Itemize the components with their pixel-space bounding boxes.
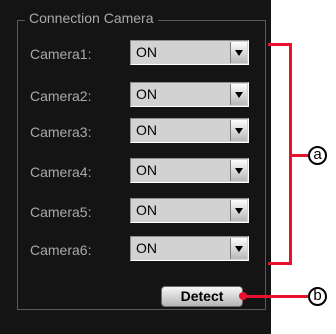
camera-1-select[interactable]: ON (130, 40, 249, 65)
camera-4-select[interactable]: ON (130, 158, 249, 183)
camera-3-value: ON (136, 122, 157, 138)
camera-2-label: Camera2: (30, 88, 92, 104)
chevron-down-icon[interactable] (230, 42, 247, 63)
callout-a-circle: a (308, 146, 327, 165)
chevron-down-icon[interactable] (230, 200, 247, 221)
camera-6-select[interactable]: ON (130, 236, 249, 261)
camera-6-label: Camera6: (30, 242, 92, 258)
camera-4-value: ON (136, 162, 157, 178)
chevron-down-icon[interactable] (230, 120, 247, 141)
camera-5-label: Camera5: (30, 204, 92, 220)
camera-5-value: ON (136, 202, 157, 218)
callout-a-bracket-bottom (268, 262, 292, 265)
callout-a-leader (292, 154, 308, 157)
camera-4-label: Camera4: (30, 164, 92, 180)
camera-6-value: ON (136, 240, 157, 256)
camera-2-value: ON (136, 86, 157, 102)
camera-2-select[interactable]: ON (130, 82, 249, 107)
camera-1-value: ON (136, 44, 157, 60)
group-title: Connection Camera (25, 9, 158, 27)
connection-camera-panel: Connection Camera Camera1: ON Camera2: O… (0, 0, 271, 334)
camera-3-label: Camera3: (30, 124, 92, 140)
camera-3-select[interactable]: ON (130, 118, 249, 143)
chevron-down-icon[interactable] (230, 238, 247, 259)
camera-1-label: Camera1: (30, 46, 92, 62)
callout-b-leader (245, 295, 308, 298)
chevron-down-icon[interactable] (230, 160, 247, 181)
chevron-down-icon[interactable] (230, 84, 247, 105)
detect-button[interactable]: Detect (161, 286, 243, 307)
camera-5-select[interactable]: ON (130, 198, 249, 223)
callout-b-circle: b (308, 287, 327, 306)
